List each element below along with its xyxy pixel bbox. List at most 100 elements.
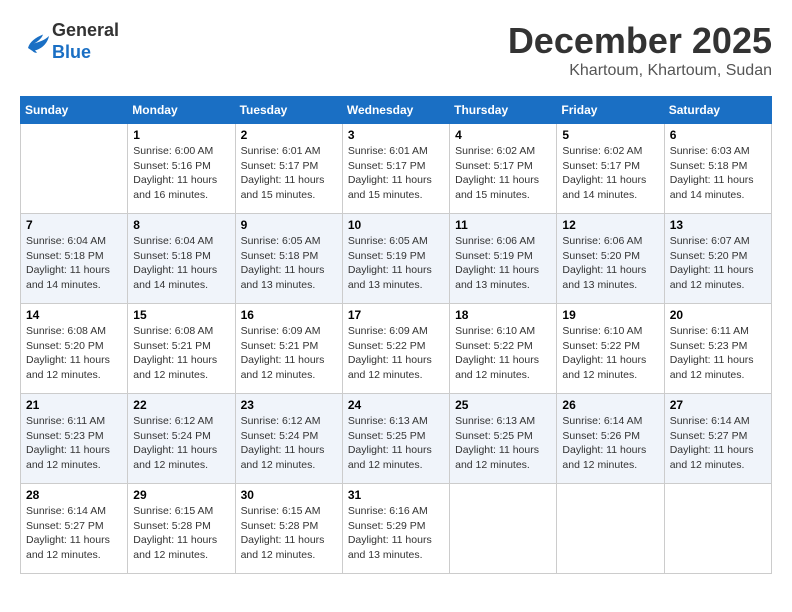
day-number: 25 — [455, 398, 551, 412]
location-subtitle: Khartoum, Khartoum, Sudan — [508, 62, 772, 80]
day-info: Sunrise: 6:01 AMSunset: 5:17 PMDaylight:… — [348, 144, 444, 203]
calendar-cell: 26 Sunrise: 6:14 AMSunset: 5:26 PMDayligh… — [557, 394, 664, 484]
day-info: Sunrise: 6:02 AMSunset: 5:17 PMDaylight:… — [455, 144, 551, 203]
day-number: 17 — [348, 308, 444, 322]
calendar-cell: 2Sunrise: 6:01 AMSunset: 5:17 PMDaylight… — [235, 124, 342, 214]
calendar-cell: 12 Sunrise: 6:06 AMSunset: 5:20 PMDayligh… — [557, 214, 664, 304]
calendar-week-row: 14 Sunrise: 6:08 AMSunset: 5:20 PMDayligh… — [21, 304, 772, 394]
day-info: Sunrise: 6:15 AMSunset: 5:28 PMDaylight:… — [133, 504, 229, 563]
day-info: Sunrise: 6:10 AMSunset: 5:22 PMDaylight:… — [455, 324, 551, 383]
calendar-week-row: 1 Sunrise: 6:00 AMSunset: 5:16 PMDaylight… — [21, 124, 772, 214]
calendar-cell: 25 Sunrise: 6:13 AMSunset: 5:25 PMDayligh… — [450, 394, 557, 484]
day-number: 28 — [26, 488, 122, 502]
calendar-cell: 28 Sunrise: 6:14 AMSunset: 5:27 PMDayligh… — [21, 484, 128, 574]
day-number: 8 — [133, 218, 229, 232]
calendar-cell: 21 Sunrise: 6:11 AMSunset: 5:23 PMDayligh… — [21, 394, 128, 484]
day-number: 14 — [26, 308, 122, 322]
day-number: 27 — [670, 398, 766, 412]
calendar-cell: 16Sunrise: 6:09 AMSunset: 5:21 PMDayligh… — [235, 304, 342, 394]
calendar-cell: 13 Sunrise: 6:07 AMSunset: 5:20 PMDayligh… — [664, 214, 771, 304]
day-number: 19 — [562, 308, 658, 322]
day-info: Sunrise: 6:13 AMSunset: 5:25 PMDaylight:… — [348, 414, 444, 473]
day-info: Sunrise: 6:07 AMSunset: 5:20 PMDaylight:… — [670, 234, 766, 293]
day-number: 29 — [133, 488, 229, 502]
day-number: 30 — [241, 488, 337, 502]
day-info: Sunrise: 6:11 AMSunset: 5:23 PMDaylight:… — [670, 324, 766, 383]
day-number: 24 — [348, 398, 444, 412]
weekday-header-monday: Monday — [128, 97, 235, 124]
calendar-cell — [21, 124, 128, 214]
weekday-header-tuesday: Tuesday — [235, 97, 342, 124]
calendar-cell: 9 Sunrise: 6:05 AMSunset: 5:18 PMDaylight… — [235, 214, 342, 304]
calendar-cell — [450, 484, 557, 574]
logo-general-text: General — [52, 20, 119, 42]
month-title: December 2025 — [508, 20, 772, 62]
calendar-cell: 19 Sunrise: 6:10 AMSunset: 5:22 PMDayligh… — [557, 304, 664, 394]
title-block: December 2025 Khartoum, Khartoum, Sudan — [508, 20, 772, 80]
logo-blue-text: Blue — [52, 42, 119, 64]
day-number: 15 — [133, 308, 229, 322]
day-number: 13 — [670, 218, 766, 232]
day-info: Sunrise: 6:05 AMSunset: 5:19 PMDaylight:… — [348, 234, 444, 293]
day-info: Sunrise: 6:09 AMSunset: 5:21 PMDaylight:… — [241, 324, 337, 383]
weekday-header-wednesday: Wednesday — [342, 97, 449, 124]
day-info: Sunrise: 6:08 AMSunset: 5:20 PMDaylight:… — [26, 324, 122, 383]
page-header: General Blue December 2025 Khartoum, Kha… — [20, 20, 772, 80]
day-info: Sunrise: 6:14 AMSunset: 5:26 PMDaylight:… — [562, 414, 658, 473]
day-info: Sunrise: 6:00 AMSunset: 5:16 PMDaylight:… — [133, 144, 229, 203]
calendar-cell: 15 Sunrise: 6:08 AMSunset: 5:21 PMDayligh… — [128, 304, 235, 394]
calendar-cell: 11 Sunrise: 6:06 AMSunset: 5:19 PMDayligh… — [450, 214, 557, 304]
day-info: Sunrise: 6:04 AMSunset: 5:18 PMDaylight:… — [133, 234, 229, 293]
day-number: 12 — [562, 218, 658, 232]
calendar-cell: 8 Sunrise: 6:04 AMSunset: 5:18 PMDaylight… — [128, 214, 235, 304]
day-info: Sunrise: 6:02 AMSunset: 5:17 PMDaylight:… — [562, 144, 658, 203]
day-info: Sunrise: 6:11 AMSunset: 5:23 PMDaylight:… — [26, 414, 122, 473]
calendar-cell: 31Sunrise: 6:16 AMSunset: 5:29 PMDayligh… — [342, 484, 449, 574]
day-number: 20 — [670, 308, 766, 322]
calendar-cell: 18 Sunrise: 6:10 AMSunset: 5:22 PMDayligh… — [450, 304, 557, 394]
day-number: 9 — [241, 218, 337, 232]
day-number: 26 — [562, 398, 658, 412]
day-info: Sunrise: 6:14 AMSunset: 5:27 PMDaylight:… — [670, 414, 766, 473]
calendar-cell: 7Sunrise: 6:04 AMSunset: 5:18 PMDaylight… — [21, 214, 128, 304]
day-info: Sunrise: 6:05 AMSunset: 5:18 PMDaylight:… — [241, 234, 337, 293]
day-number: 22 — [133, 398, 229, 412]
day-info: Sunrise: 6:06 AMSunset: 5:20 PMDaylight:… — [562, 234, 658, 293]
calendar-cell: 27 Sunrise: 6:14 AMSunset: 5:27 PMDayligh… — [664, 394, 771, 484]
day-info: Sunrise: 6:14 AMSunset: 5:27 PMDaylight:… — [26, 504, 122, 563]
day-number: 4 — [455, 128, 551, 142]
calendar-table: SundayMondayTuesdayWednesdayThursdayFrid… — [20, 96, 772, 574]
calendar-cell: 4 Sunrise: 6:02 AMSunset: 5:17 PMDaylight… — [450, 124, 557, 214]
day-number: 1 — [133, 128, 229, 142]
calendar-cell: 24 Sunrise: 6:13 AMSunset: 5:25 PMDayligh… — [342, 394, 449, 484]
day-number: 10 — [348, 218, 444, 232]
day-info: Sunrise: 6:08 AMSunset: 5:21 PMDaylight:… — [133, 324, 229, 383]
day-number: 11 — [455, 218, 551, 232]
logo: General Blue — [20, 20, 119, 63]
day-info: Sunrise: 6:04 AMSunset: 5:18 PMDaylight:… — [26, 234, 122, 293]
day-number: 31 — [348, 488, 444, 502]
calendar-cell: 6Sunrise: 6:03 AMSunset: 5:18 PMDaylight… — [664, 124, 771, 214]
calendar-week-row: 21 Sunrise: 6:11 AMSunset: 5:23 PMDayligh… — [21, 394, 772, 484]
calendar-cell: 22Sunrise: 6:12 AMSunset: 5:24 PMDayligh… — [128, 394, 235, 484]
day-number: 18 — [455, 308, 551, 322]
day-info: Sunrise: 6:10 AMSunset: 5:22 PMDaylight:… — [562, 324, 658, 383]
calendar-cell: 1 Sunrise: 6:00 AMSunset: 5:16 PMDaylight… — [128, 124, 235, 214]
calendar-cell: 30Sunrise: 6:15 AMSunset: 5:28 PMDayligh… — [235, 484, 342, 574]
day-info: Sunrise: 6:13 AMSunset: 5:25 PMDaylight:… — [455, 414, 551, 473]
calendar-cell: 14 Sunrise: 6:08 AMSunset: 5:20 PMDayligh… — [21, 304, 128, 394]
weekday-header-row: SundayMondayTuesdayWednesdayThursdayFrid… — [21, 97, 772, 124]
calendar-cell: 5 Sunrise: 6:02 AMSunset: 5:17 PMDaylight… — [557, 124, 664, 214]
logo-bird-icon — [22, 27, 52, 57]
day-number: 21 — [26, 398, 122, 412]
calendar-cell: 17 Sunrise: 6:09 AMSunset: 5:22 PMDayligh… — [342, 304, 449, 394]
calendar-week-row: 28 Sunrise: 6:14 AMSunset: 5:27 PMDayligh… — [21, 484, 772, 574]
day-info: Sunrise: 6:09 AMSunset: 5:22 PMDaylight:… — [348, 324, 444, 383]
day-info: Sunrise: 6:06 AMSunset: 5:19 PMDaylight:… — [455, 234, 551, 293]
day-info: Sunrise: 6:01 AMSunset: 5:17 PMDaylight:… — [241, 144, 337, 203]
calendar-cell: 20 Sunrise: 6:11 AMSunset: 5:23 PMDayligh… — [664, 304, 771, 394]
weekday-header-saturday: Saturday — [664, 97, 771, 124]
calendar-cell: 23Sunrise: 6:12 AMSunset: 5:24 PMDayligh… — [235, 394, 342, 484]
day-number: 5 — [562, 128, 658, 142]
calendar-week-row: 7Sunrise: 6:04 AMSunset: 5:18 PMDaylight… — [21, 214, 772, 304]
